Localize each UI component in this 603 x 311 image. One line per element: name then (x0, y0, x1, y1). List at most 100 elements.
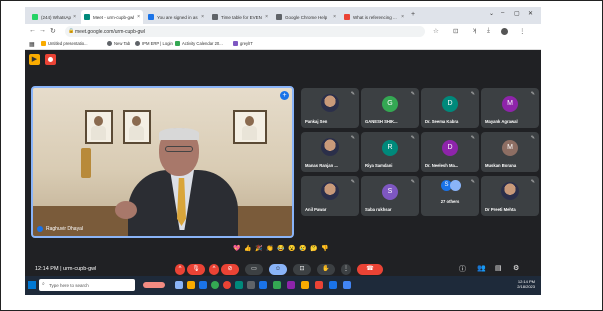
chat-icon[interactable]: ▤ (495, 264, 502, 272)
participant-name: 27 others (440, 199, 460, 204)
speaker-video[interactable]: + Raghuvir Dhayal (31, 86, 294, 238)
reaction-emoji[interactable]: 👍 (244, 245, 252, 253)
reaction-emoji[interactable]: 😂 (277, 245, 285, 253)
activities-icon[interactable]: ▶ (29, 54, 40, 65)
close-window-icon[interactable]: ✕ (528, 10, 533, 17)
back-icon[interactable]: ← (29, 27, 36, 34)
avatar (450, 180, 461, 191)
participant-tile[interactable]: ✎ S Saba rukhsar (361, 176, 419, 216)
more-options-button[interactable]: ⋮ (341, 264, 351, 275)
bookmarks-bar: ▦ Untitled presentatio... New Tab IPM ER… (25, 39, 541, 50)
tab-meet[interactable]: Meet - urm-cupb-gwl × (81, 10, 143, 24)
participant-tile[interactable]: ✎ Dr Preeti Mehta (481, 176, 539, 216)
reaction-emoji[interactable]: 😮 (288, 245, 296, 253)
chrome-profile-icon[interactable] (223, 281, 231, 289)
camera-off-button[interactable]: ⊘ (221, 264, 239, 275)
tab-signed-in[interactable]: You are signed in as ... × (145, 10, 207, 24)
reload-icon[interactable]: ↻ (50, 27, 56, 35)
avatar-photo (321, 138, 339, 156)
emoji-button[interactable]: ☺ (269, 264, 287, 275)
app-icon[interactable] (287, 281, 295, 289)
close-icon[interactable]: × (399, 14, 404, 20)
captions-button[interactable]: ▭ (245, 264, 263, 275)
app-icon[interactable] (315, 281, 323, 289)
store-icon[interactable] (235, 281, 243, 289)
tab-chrome-help[interactable]: Google Chrome Help × (273, 10, 339, 24)
reaction-emoji[interactable]: 🎉 (255, 245, 263, 253)
people-icon[interactable]: 👥 (477, 264, 486, 272)
system-tray[interactable]: 12:14 PM 2/18/2023 (517, 279, 535, 289)
close-icon[interactable]: × (331, 14, 336, 20)
mic-off-button[interactable]: 🎙 (187, 264, 205, 275)
participant-tile[interactable]: ✎ Anil Pawar (301, 176, 359, 216)
close-icon[interactable]: × (263, 14, 268, 20)
close-icon[interactable]: × (135, 14, 140, 20)
weather-widget[interactable] (143, 282, 165, 288)
bookmark-item[interactable]: Activity Calendar 20... (175, 41, 223, 46)
edge-icon[interactable] (199, 281, 207, 289)
close-icon[interactable]: × (199, 14, 204, 20)
tab-whatsapp[interactable]: (244) WhatsApp × (29, 10, 79, 24)
star-icon[interactable]: ☆ (433, 27, 439, 35)
chevron-up-icon[interactable]: ^ (175, 264, 185, 275)
raise-hand-button[interactable]: ✋ (317, 264, 335, 275)
doc-icon (212, 14, 218, 20)
app-icon[interactable] (301, 281, 309, 289)
bookmark-item[interactable]: New Tab (107, 41, 130, 46)
bookmark-item[interactable]: Untitled presentatio... (41, 41, 88, 46)
app-icon[interactable] (273, 281, 281, 289)
participant-tile[interactable]: ✎ R Riya Samdani (361, 132, 419, 172)
participant-tile[interactable]: ✎ D Dr. Neelesh Ma... (421, 132, 479, 172)
tab-label: What is referencing ... (353, 14, 397, 20)
profile-avatar[interactable] (501, 28, 508, 35)
pin-icon[interactable]: + (280, 91, 289, 100)
app-icon[interactable] (259, 281, 267, 289)
bookmark-label: Untitled presentatio... (48, 41, 88, 46)
bookmark-item[interactable]: greylIT (233, 41, 253, 46)
participant-tile[interactable]: ✎ D Dr. Seema Kabra (421, 88, 479, 128)
menu-icon[interactable]: ⋮ (519, 27, 526, 35)
participant-tile[interactable]: ✎ Pankaj Sen (301, 88, 359, 128)
taskbar-search[interactable]: ⌕ Type here to search (39, 279, 135, 291)
extension-icon[interactable]: ⊡ (453, 27, 458, 35)
recording-icon[interactable] (45, 54, 56, 65)
participant-tile[interactable]: ✎ G GANESH SHIK... (361, 88, 419, 128)
app-icon[interactable] (247, 281, 255, 289)
forward-icon[interactable]: → (39, 27, 46, 34)
participant-tile[interactable]: ✎ S 27 others (421, 176, 479, 216)
new-tab-button[interactable]: + (411, 11, 415, 18)
task-view-icon[interactable] (175, 281, 183, 289)
reaction-emoji[interactable]: 👏 (266, 245, 274, 253)
speaker-name-tag: Raghuvir Dhayal (37, 226, 83, 232)
info-icon[interactable]: ⓘ (459, 264, 466, 274)
reaction-emoji[interactable]: 💖 (233, 245, 241, 253)
apps-icon[interactable]: ▦ (29, 41, 35, 48)
participant-tile[interactable]: ✎ Manas Ranjan ... (301, 132, 359, 172)
maximize-icon[interactable]: ▢ (514, 10, 520, 17)
chevron-down-icon[interactable]: ⌄ (489, 10, 494, 17)
avatar-photo (321, 182, 339, 200)
bookmark-item[interactable]: IPM ERP | Login (135, 41, 173, 46)
activities-icon[interactable]: ⚙ (513, 264, 519, 272)
windows-start-icon[interactable] (28, 281, 36, 289)
mic-muted-icon: ✎ (410, 135, 415, 141)
reaction-emoji[interactable]: 🤔 (310, 245, 318, 253)
app-icon[interactable] (343, 281, 351, 289)
close-icon[interactable]: × (71, 14, 76, 20)
tab-referencing[interactable]: What is referencing ... × (341, 10, 407, 24)
chevron-up-icon[interactable]: ^ (209, 264, 219, 275)
file-explorer-icon[interactable] (187, 281, 195, 289)
tab-timetable[interactable]: Time table for EVEN ... × (209, 10, 271, 24)
chrome-icon[interactable] (211, 281, 219, 289)
url-field[interactable]: 🔒 meet.google.com/urm-cupb-gwl (65, 26, 425, 37)
participant-tile[interactable]: ✎ M Muskan Borana (481, 132, 539, 172)
reaction-emoji[interactable]: 😢 (299, 245, 307, 253)
minimize-icon[interactable]: – (501, 10, 504, 16)
leave-call-button[interactable]: ☎ (357, 264, 383, 275)
present-button[interactable]: ⊡ (293, 264, 311, 275)
participant-tile[interactable]: ✎ M Mayank Agrawal (481, 88, 539, 128)
app-icon[interactable] (329, 281, 337, 289)
download-icon[interactable]: ⤓ (487, 27, 490, 35)
reaction-emoji[interactable]: 👎 (321, 245, 329, 253)
translate-icon[interactable]: ʞ (473, 27, 476, 34)
